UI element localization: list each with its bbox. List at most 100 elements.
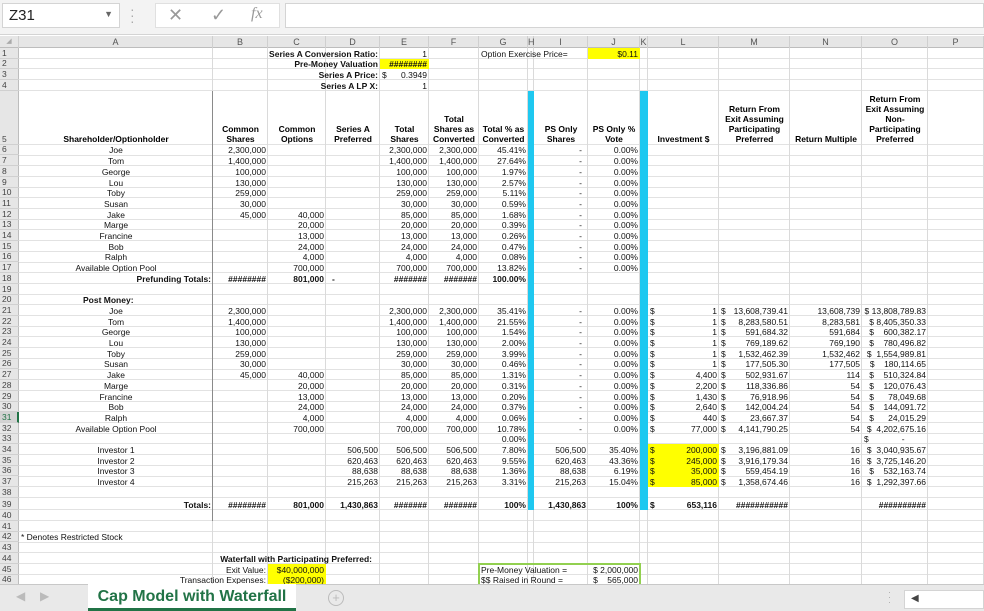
cell-i[interactable]: - [534, 423, 588, 434]
cell-b[interactable] [213, 220, 268, 231]
column-header-o[interactable]: O [862, 36, 928, 48]
cell-i[interactable]: - [534, 230, 588, 241]
cell-b[interactable] [213, 252, 268, 263]
cell-f[interactable]: 130,000 [429, 337, 479, 348]
exit-value-input[interactable]: $40,000,000 [268, 564, 326, 575]
cell-g[interactable]: 45.41% [479, 145, 528, 156]
cell-l[interactable]: 2,640 [648, 402, 719, 413]
cell-f[interactable]: 620,463 [429, 455, 479, 466]
row-header-11[interactable]: 11 [0, 198, 19, 209]
row-header-20[interactable]: 20 [0, 294, 19, 306]
cell-o[interactable]: $ 532,163.74 [862, 466, 928, 477]
cell-i[interactable]: - [534, 402, 588, 413]
cell-b[interactable] [213, 391, 268, 402]
cell-b[interactable] [213, 423, 268, 434]
row-header-24[interactable]: 24 [0, 337, 19, 349]
row-header-19[interactable]: 19 [0, 284, 19, 295]
scroll-tabs-left-icon[interactable]: ◀ [16, 589, 25, 603]
cell-n[interactable]: 177,505 [790, 359, 862, 370]
cell-e[interactable]: 88,638 [380, 466, 429, 477]
transaction-expenses-input[interactable]: ($200,000) [268, 575, 326, 584]
cell-c[interactable]: 13,000 [268, 391, 326, 402]
cell-i[interactable]: 620,463 [534, 455, 588, 466]
column-header-m[interactable]: M [719, 36, 790, 48]
cell-f[interactable]: 700,000 [429, 263, 479, 274]
row-header-3[interactable]: 3 [0, 69, 19, 81]
row-header-34[interactable]: 34 [0, 444, 19, 456]
row-header-26[interactable]: 26 [0, 358, 19, 370]
cell-j[interactable]: 0.00% [588, 327, 640, 338]
cell-g[interactable]: 3.31% [479, 477, 528, 488]
cell-f[interactable]: 13,000 [429, 391, 479, 402]
column-header-i[interactable]: I [534, 36, 588, 48]
cell-j[interactable]: 15.04% [588, 477, 640, 488]
cell-c[interactable] [268, 188, 326, 199]
cell-j[interactable]: 0.00% [588, 252, 640, 263]
cell-f[interactable]: 259,000 [429, 348, 479, 359]
cell-f[interactable]: 1,400,000 [429, 316, 479, 327]
cell-j[interactable]: 0.00% [588, 316, 640, 327]
cell-c[interactable] [268, 327, 326, 338]
cell-e[interactable]: 259,000 [380, 348, 429, 359]
cell-n[interactable]: 8,283,581 [790, 316, 862, 327]
cell-b[interactable]: 2,300,000 [213, 305, 268, 316]
cell-i[interactable]: - [534, 316, 588, 327]
cell-e[interactable]: 24,000 [380, 241, 429, 252]
cell-b[interactable]: 100,000 [213, 327, 268, 338]
row-header-4[interactable]: 4 [0, 80, 19, 91]
cell-e[interactable]: 20,000 [380, 380, 429, 391]
cell-g[interactable]: 0.59% [479, 198, 528, 209]
row-header-10[interactable]: 10 [0, 187, 19, 199]
cell-e[interactable]: 620,463 [380, 455, 429, 466]
cell-e[interactable]: 1,400,000 [380, 316, 429, 327]
cell-o[interactable]: $ - [862, 434, 928, 445]
row-header-16[interactable]: 16 [0, 251, 19, 263]
cell-c[interactable]: 24,000 [268, 402, 326, 413]
cell-c[interactable] [268, 145, 326, 156]
cell-j[interactable]: 0.00% [588, 156, 640, 167]
cell-i[interactable]: - [534, 145, 588, 156]
cell-l[interactable]: 1 [648, 305, 719, 316]
cell-j[interactable]: 0.00% [588, 220, 640, 231]
cell-e[interactable]: 100,000 [380, 166, 429, 177]
cell-g[interactable]: 2.57% [479, 177, 528, 188]
cell-b[interactable]: 259,000 [213, 188, 268, 199]
row-header-35[interactable]: 35 [0, 455, 19, 466]
row-header-9[interactable]: 9 [0, 177, 19, 188]
cell-o[interactable]: $ 180,114.65 [862, 359, 928, 370]
row-header-27[interactable]: 27 [0, 369, 19, 381]
cell-g[interactable]: 21.55% [479, 316, 528, 327]
cell-i[interactable]: - [534, 252, 588, 263]
cell-b[interactable] [213, 263, 268, 274]
cell-e[interactable]: 13,000 [380, 230, 429, 241]
cell-o[interactable]: $ 78,049.68 [862, 391, 928, 402]
cell-j[interactable]: 43.36% [588, 455, 640, 466]
cell-e[interactable]: 20,000 [380, 220, 429, 231]
row-header-6[interactable]: 6 [0, 144, 19, 156]
option-price-value[interactable]: $0.11 [588, 48, 640, 59]
row-header-22[interactable]: 22 [0, 316, 19, 327]
cell-j[interactable]: 0.00% [588, 209, 640, 220]
formula-input[interactable] [285, 3, 984, 28]
cell-e[interactable]: 4,000 [380, 252, 429, 263]
cell-i[interactable]: - [534, 209, 588, 220]
cell-g[interactable]: 0.08% [479, 252, 528, 263]
cell-d[interactable]: 215,263 [326, 477, 380, 488]
cell-j[interactable]: 0.00% [588, 380, 640, 391]
cell-e[interactable]: 2,300,000 [380, 305, 429, 316]
cell-g[interactable]: 0.20% [479, 391, 528, 402]
cell-e[interactable]: 4,000 [380, 412, 429, 423]
row-header-38[interactable]: 38 [0, 487, 19, 498]
cell-i[interactable]: 215,263 [534, 477, 588, 488]
cell-g[interactable]: 1.31% [479, 370, 528, 381]
cell-i[interactable]: - [534, 327, 588, 338]
enter-icon[interactable]: ✓ [211, 5, 226, 26]
cell-b[interactable]: 100,000 [213, 166, 268, 177]
cell-i[interactable]: - [534, 391, 588, 402]
scroll-left-icon[interactable]: ◀ [911, 593, 919, 604]
cell-g[interactable]: 5.11% [479, 188, 528, 199]
horizontal-scrollbar[interactable]: ◀ [904, 590, 984, 609]
cell-e[interactable]: 85,000 [380, 209, 429, 220]
cell-c[interactable] [268, 198, 326, 209]
row-header-5[interactable]: 5 [0, 91, 19, 145]
